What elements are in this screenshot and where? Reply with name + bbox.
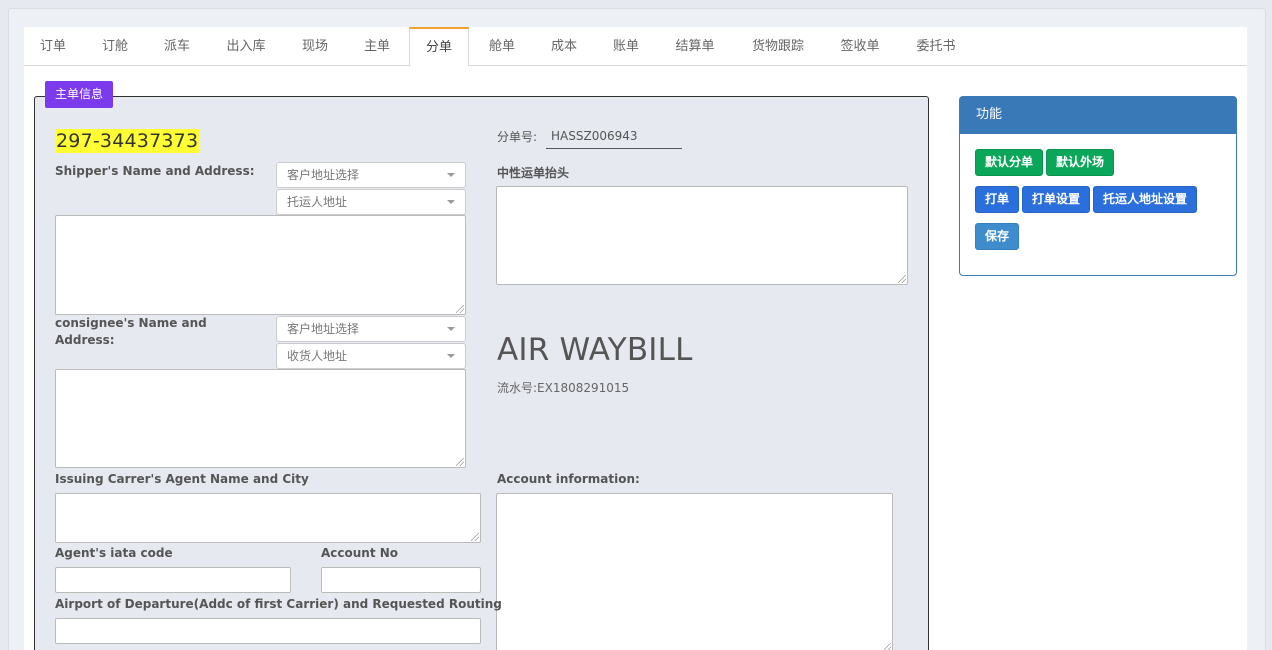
- serial-number: 流水号:EX1808291015: [497, 381, 630, 395]
- tab-bill[interactable]: 账单: [597, 27, 655, 66]
- tab-house[interactable]: 分单: [409, 27, 469, 67]
- tab-warehouse[interactable]: 出入库: [214, 27, 278, 66]
- chevron-down-icon: [447, 354, 455, 358]
- issuing-agent-label: Issuing Carrer's Agent Name and City: [55, 472, 309, 486]
- account-no-input[interactable]: [321, 567, 481, 593]
- consignee-address-select-value: 收货人地址: [287, 349, 348, 363]
- shipper-customer-select-value: 客户地址选择: [287, 168, 360, 182]
- tab-tracking[interactable]: 货物跟踪: [740, 27, 816, 66]
- shipper-customer-select[interactable]: 客户地址选择: [276, 162, 466, 188]
- mawb-number: 297-34437373: [55, 129, 200, 153]
- resize-grip-icon[interactable]: [898, 275, 906, 283]
- tab-site[interactable]: 现场: [286, 27, 344, 66]
- neutral-header-textarea[interactable]: [496, 186, 908, 285]
- sub-no-label: 分单号:: [497, 130, 538, 144]
- consignee-label-line2: Address:: [55, 333, 115, 347]
- issuing-agent-textarea[interactable]: [55, 493, 481, 543]
- account-no-label: Account No: [321, 546, 399, 560]
- airport-departure-label: Airport of Departure(Addc of first Carri…: [55, 597, 502, 611]
- tab-bar: 订单 订舱 派车 出入库 现场 主单 分单 舱单 成本 账单 结算单 货物跟踪 …: [24, 27, 1247, 67]
- consignee-customer-select-value: 客户地址选择: [287, 322, 360, 336]
- tab-booking[interactable]: 订舱: [86, 27, 144, 66]
- consignee-label-line1: consignee's Name and: [55, 316, 207, 330]
- tab-settlement[interactable]: 结算单: [662, 27, 728, 66]
- chevron-down-icon: [447, 200, 455, 204]
- neutral-header-label: 中性运单抬头: [497, 166, 570, 180]
- agent-iata-input[interactable]: [55, 567, 291, 593]
- master-info-legend: 主单信息: [45, 81, 114, 108]
- shipper-address-select[interactable]: 托运人地址: [276, 189, 466, 215]
- account-info-textarea[interactable]: [496, 493, 893, 650]
- chevron-down-icon: [447, 173, 455, 177]
- tab-cost[interactable]: 成本: [535, 27, 593, 66]
- resize-grip-icon[interactable]: [456, 458, 464, 466]
- default-sub-button[interactable]: 默认分单: [975, 149, 1043, 176]
- tab-dispatch[interactable]: 派车: [148, 27, 206, 66]
- account-info-label: Account information:: [497, 472, 640, 486]
- resize-grip-icon[interactable]: [471, 533, 479, 541]
- shipper-address-select-value: 托运人地址: [287, 195, 348, 209]
- tab-entrust[interactable]: 委托书: [903, 27, 969, 66]
- function-panel-title: 功能: [960, 97, 1236, 134]
- shipper-label: Shipper's Name and Address:: [55, 164, 255, 178]
- tab-master[interactable]: 主单: [348, 27, 406, 66]
- print-button[interactable]: 打单: [975, 186, 1019, 213]
- tab-manifest[interactable]: 舱单: [473, 27, 531, 66]
- sub-no-field[interactable]: HASSZ006943: [546, 125, 682, 149]
- air-waybill-title: AIR WAYBILL: [497, 332, 693, 368]
- chevron-down-icon: [447, 327, 455, 331]
- resize-grip-icon[interactable]: [883, 643, 891, 650]
- airport-departure-input[interactable]: [55, 618, 481, 644]
- consignee-customer-select[interactable]: 客户地址选择: [276, 316, 466, 342]
- agent-iata-label: Agent's iata code: [55, 546, 173, 560]
- print-settings-button[interactable]: 打单设置: [1022, 186, 1090, 213]
- save-button[interactable]: 保存: [975, 223, 1019, 250]
- tab-receipt[interactable]: 签收单: [827, 27, 893, 66]
- shipper-address-settings-button[interactable]: 托运人地址设置: [1093, 186, 1197, 213]
- tab-order[interactable]: 订单: [24, 27, 82, 66]
- default-outside-button[interactable]: 默认外场: [1046, 149, 1114, 176]
- resize-grip-icon[interactable]: [456, 305, 464, 313]
- consignee-textarea[interactable]: [55, 369, 466, 468]
- shipper-textarea[interactable]: [55, 215, 466, 315]
- consignee-address-select[interactable]: 收货人地址: [276, 343, 466, 369]
